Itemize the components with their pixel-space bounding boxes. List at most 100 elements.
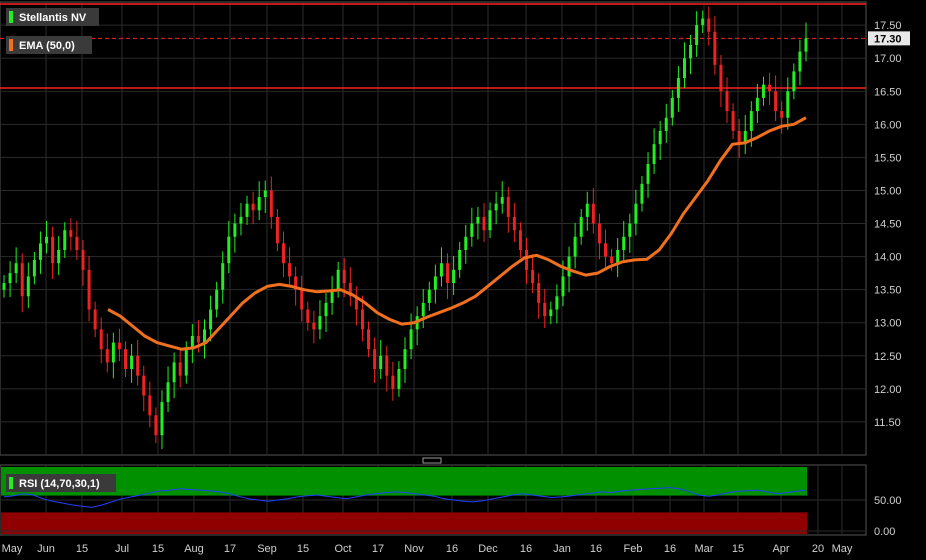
candle-body[interactable]: [464, 236, 468, 250]
candle-body[interactable]: [761, 84, 765, 98]
candle-body[interactable]: [178, 362, 182, 376]
candle-body[interactable]: [142, 375, 146, 396]
candle-body[interactable]: [452, 269, 456, 284]
candle-body[interactable]: [318, 316, 322, 330]
candle-body[interactable]: [458, 249, 462, 270]
candle-body[interactable]: [196, 335, 200, 343]
candle-body[interactable]: [373, 349, 377, 370]
candle-body[interactable]: [87, 269, 91, 310]
candle-body[interactable]: [786, 91, 790, 118]
candle-body[interactable]: [500, 197, 504, 204]
candle-body[interactable]: [798, 51, 802, 72]
candle-body[interactable]: [166, 382, 170, 403]
stock-chart[interactable]: 17.50 17.00 16.50 16.00 15.50 15.00 14.50 14.00…: [0, 0, 926, 560]
candle-body[interactable]: [707, 18, 711, 32]
candle-body[interactable]: [269, 190, 273, 217]
candle-body[interactable]: [324, 302, 328, 317]
candle-body[interactable]: [117, 342, 121, 350]
candle-body[interactable]: [804, 38, 808, 52]
candle-body[interactable]: [597, 223, 601, 244]
candle-body[interactable]: [239, 216, 243, 224]
candle-body[interactable]: [342, 269, 346, 284]
candle-body[interactable]: [561, 276, 565, 297]
candle-body[interactable]: [506, 197, 510, 217]
candle-body[interactable]: [99, 329, 103, 350]
candle-body[interactable]: [20, 263, 24, 297]
candle-body[interactable]: [172, 362, 176, 383]
candle-body[interactable]: [409, 329, 413, 350]
candle-body[interactable]: [658, 130, 662, 145]
candle-body[interactable]: [749, 111, 753, 131]
candle-body[interactable]: [209, 309, 213, 330]
candle-body[interactable]: [221, 263, 225, 290]
candle-body[interactable]: [470, 223, 474, 237]
candle-body[interactable]: [731, 111, 735, 131]
candle-body[interactable]: [567, 256, 571, 277]
candle-body[interactable]: [640, 183, 644, 204]
candle-body[interactable]: [433, 276, 437, 290]
candle-body[interactable]: [403, 349, 407, 370]
candle-body[interactable]: [245, 203, 249, 217]
candle-body[interactable]: [725, 91, 729, 112]
candle-body[interactable]: [300, 289, 304, 310]
candle-body[interactable]: [652, 144, 656, 165]
candle-body[interactable]: [57, 249, 61, 264]
candle-body[interactable]: [488, 210, 492, 231]
candle-body[interactable]: [63, 230, 67, 250]
candle-body[interactable]: [288, 263, 292, 277]
candle-body[interactable]: [51, 236, 55, 264]
candle-body[interactable]: [555, 296, 559, 310]
candle-body[interactable]: [184, 349, 188, 376]
candle-body[interactable]: [227, 236, 231, 264]
candle-body[interactable]: [14, 263, 18, 274]
candle-body[interactable]: [105, 349, 109, 363]
candle-body[interactable]: [397, 369, 401, 389]
candle-body[interactable]: [543, 302, 547, 317]
candle-body[interactable]: [360, 309, 364, 330]
candle-body[interactable]: [154, 415, 158, 436]
candle-body[interactable]: [38, 243, 42, 260]
candle-body[interactable]: [610, 256, 614, 264]
candle-body[interactable]: [367, 329, 371, 350]
candle-body[interactable]: [75, 236, 79, 250]
candle-body[interactable]: [215, 289, 219, 310]
candle-body[interactable]: [719, 64, 723, 92]
candle-body[interactable]: [148, 395, 152, 416]
candle-body[interactable]: [439, 263, 443, 277]
candle-body[interactable]: [579, 216, 583, 237]
candle-body[interactable]: [306, 309, 310, 323]
panel-splitter-handle[interactable]: [422, 457, 442, 464]
candle-body[interactable]: [203, 329, 206, 343]
candle-body[interactable]: [622, 236, 626, 250]
candle-body[interactable]: [768, 84, 772, 92]
candle-body[interactable]: [263, 190, 267, 198]
candle-body[interactable]: [670, 97, 674, 118]
candle-body[interactable]: [701, 18, 705, 26]
candle-body[interactable]: [792, 71, 796, 92]
candle-body[interactable]: [628, 223, 632, 237]
candle-body[interactable]: [233, 223, 237, 237]
candle-body[interactable]: [531, 269, 535, 284]
candle-body[interactable]: [476, 216, 480, 224]
candle-body[interactable]: [573, 236, 577, 257]
candle-body[interactable]: [281, 243, 285, 264]
candle-body[interactable]: [130, 355, 134, 370]
candle-body[interactable]: [585, 203, 589, 217]
candle-body[interactable]: [26, 276, 30, 297]
candle-body[interactable]: [391, 375, 395, 389]
candle-body[interactable]: [160, 402, 164, 436]
candle-body[interactable]: [136, 355, 140, 376]
candle-body[interactable]: [482, 216, 486, 231]
candle-body[interactable]: [275, 216, 279, 244]
candle-body[interactable]: [682, 58, 686, 79]
candle-body[interactable]: [512, 216, 516, 231]
candle-body[interactable]: [689, 44, 693, 59]
candle-body[interactable]: [2, 283, 6, 290]
candle-body[interactable]: [111, 342, 115, 363]
candle-body[interactable]: [69, 230, 73, 237]
candle-body[interactable]: [494, 203, 498, 211]
candle-body[interactable]: [32, 259, 36, 277]
candle-body[interactable]: [634, 203, 638, 224]
candle-body[interactable]: [713, 31, 717, 65]
candle-body[interactable]: [525, 249, 529, 270]
